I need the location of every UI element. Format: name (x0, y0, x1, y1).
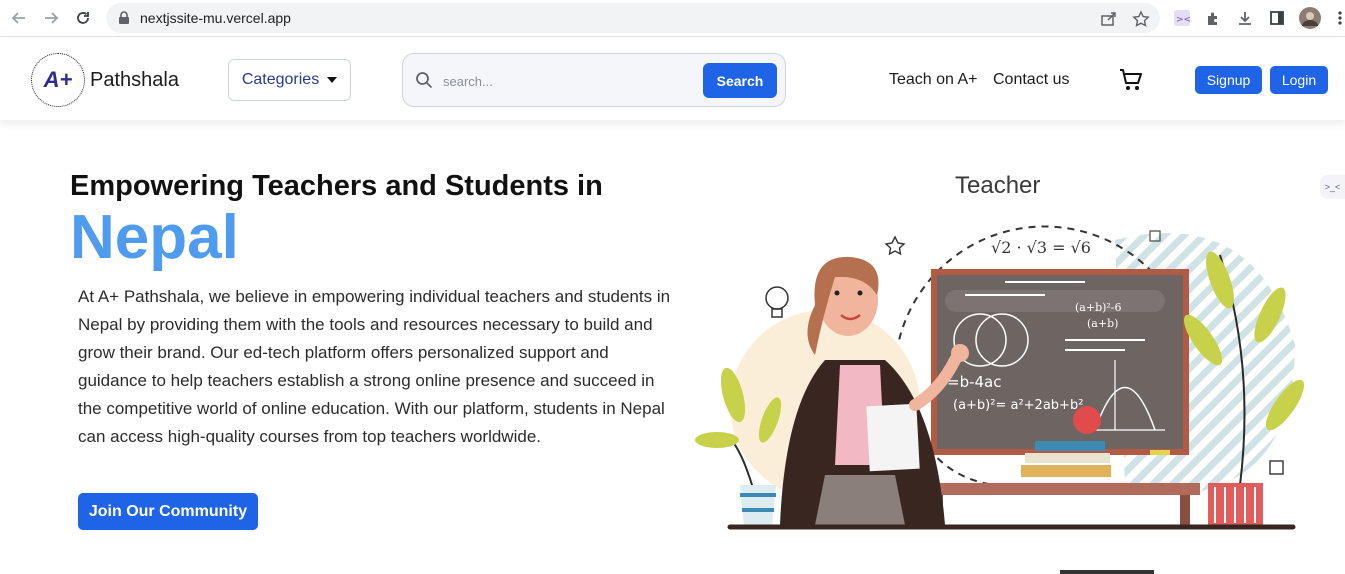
formula-top: √2 · √3 = √6 (991, 238, 1091, 257)
share-icon[interactable] (1100, 10, 1118, 28)
search-button[interactable]: Search (703, 63, 777, 98)
categories-dropdown[interactable]: Categories (228, 59, 351, 101)
categories-label: Categories (241, 71, 320, 88)
formula-board-1: =b-4ac (947, 373, 1002, 391)
url-text: nextjssite-mu.vercel.app (140, 10, 291, 26)
bottom-edge-element (1060, 570, 1154, 574)
sidepanel-icon[interactable] (1267, 8, 1287, 28)
site-header: A+ Pathshala Categories Search Teach on … (0, 38, 1345, 120)
formula-board-3: (a+b)²-6 (1075, 301, 1122, 314)
logo[interactable]: A+ (31, 53, 85, 107)
signup-button[interactable]: Signup (1195, 66, 1262, 94)
checkbox-doodle-icon (1269, 460, 1284, 475)
profile-avatar[interactable] (1299, 7, 1321, 29)
download-icon[interactable] (1235, 8, 1255, 28)
nav-teach-link[interactable]: Teach on A+ (889, 71, 978, 89)
nav-contact-link[interactable]: Contact us (993, 71, 1069, 89)
chalkboard: (a+b)²-6 (a+b) =b-4ac (a+b)²= a²+2ab+b² (931, 269, 1189, 455)
search-input[interactable] (443, 70, 693, 92)
search-icon (415, 71, 433, 94)
formula-board-2: (a+b)²= a²+2ab+b² (953, 398, 1083, 413)
lock-icon (118, 11, 130, 30)
star-icon[interactable] (1132, 10, 1150, 28)
side-extension-icon[interactable]: >_< (1320, 175, 1345, 199)
search-box: Search (402, 53, 786, 107)
formula-board-4: (a+b) (1087, 317, 1118, 330)
hero-accent: Nepal (70, 203, 239, 272)
brand-name[interactable]: Pathshala (90, 69, 179, 92)
back-icon[interactable] (8, 7, 30, 29)
puzzle-icon[interactable] (1204, 8, 1224, 28)
hero-paragraph: At A+ Pathshala, we believe in empowerin… (78, 287, 671, 446)
illustration-heading: Teacher (955, 172, 1040, 199)
menu-icon[interactable] (1330, 8, 1345, 28)
logo-text: A+ (43, 67, 73, 92)
reload-icon[interactable] (72, 7, 94, 29)
login-button[interactable]: Login (1270, 66, 1328, 94)
svg-text:><: >< (1176, 15, 1191, 25)
extension-icon[interactable]: >< (1172, 8, 1192, 28)
caret-down-icon (327, 77, 338, 83)
cart-icon[interactable] (1118, 67, 1144, 98)
address-bar[interactable]: nextjssite-mu.vercel.app (106, 3, 1160, 33)
join-community-button[interactable]: Join Our Community (78, 493, 258, 530)
forward-icon[interactable] (40, 7, 62, 29)
teacher-illustration: Teacher √2 · √3 = √6 (a+b)²-6 (a+b) =b-4… (695, 172, 1305, 530)
hero-title: Empowering Teachers and Students in (70, 170, 603, 202)
star-doodle-icon (884, 235, 906, 256)
browser-toolbar: nextjssite-mu.vercel.app >< (0, 0, 1345, 37)
lightbulb-icon (765, 286, 789, 318)
